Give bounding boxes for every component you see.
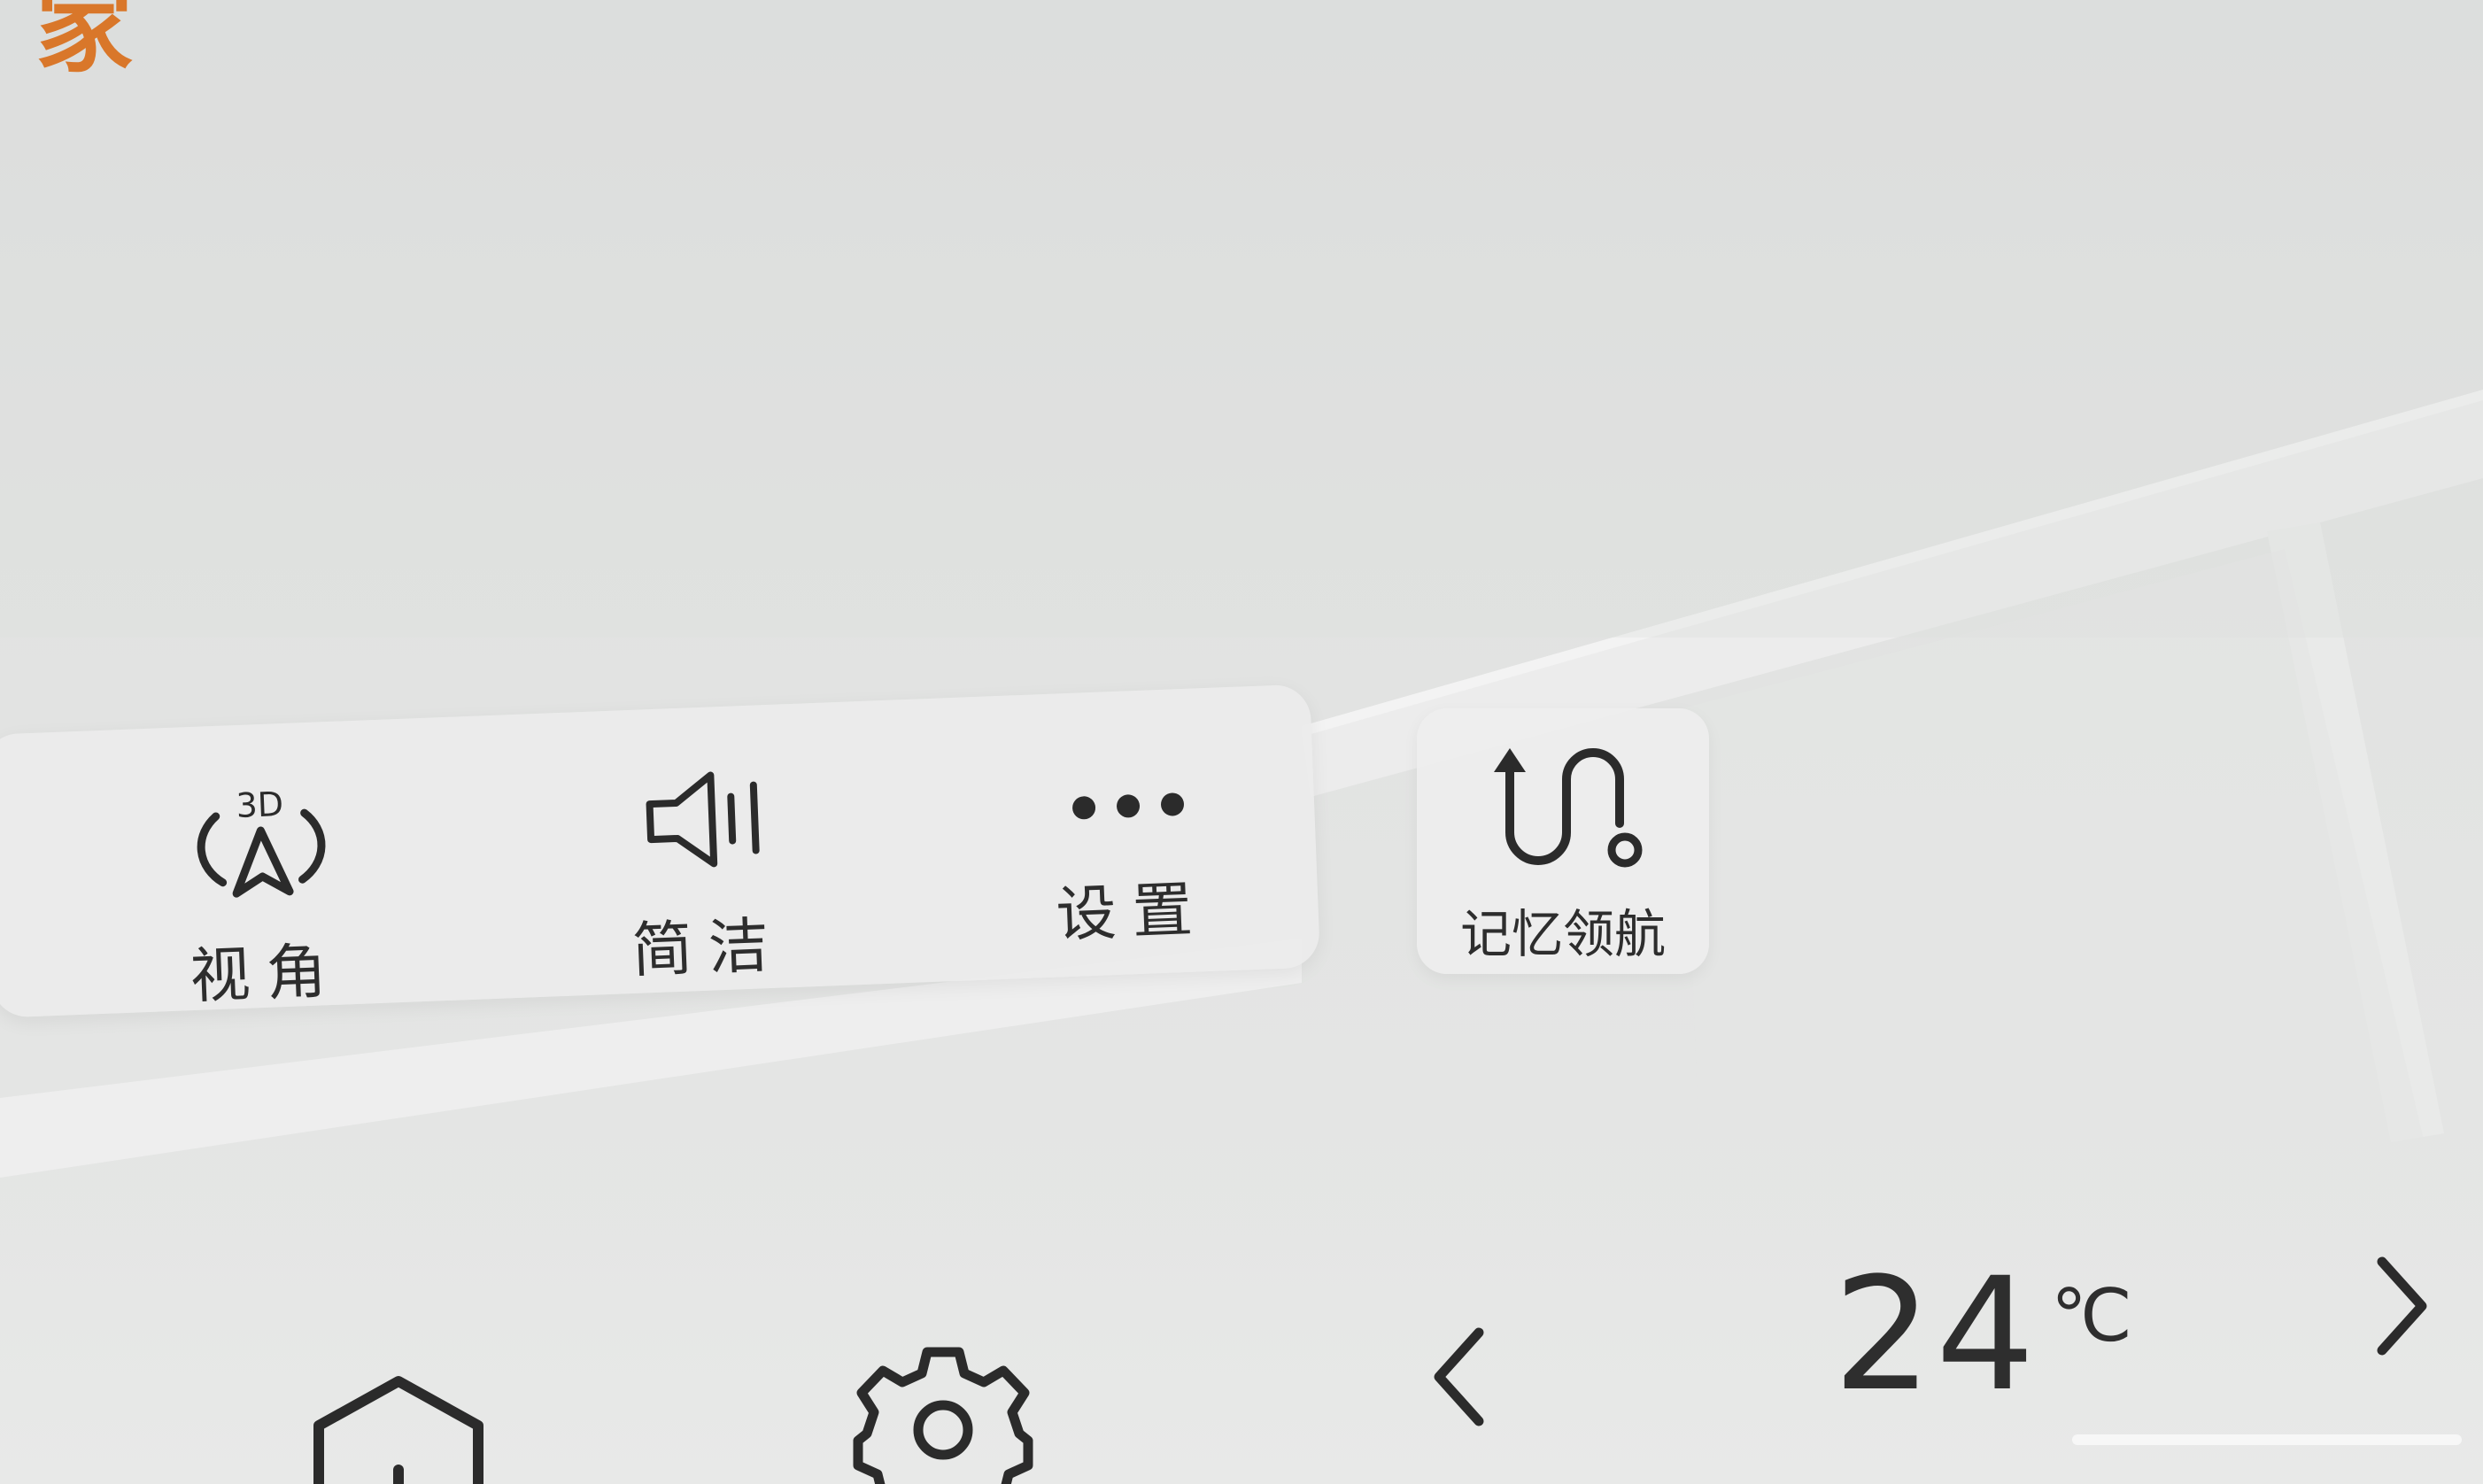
temperature-value: 24 xyxy=(1833,1244,2038,1426)
view-angle-label: 视角 xyxy=(189,936,344,1013)
3d-badge: 3D xyxy=(236,785,284,825)
memory-navigation-label: 记忆领航 xyxy=(1459,904,1666,964)
concise-mode-button[interactable]: 简洁 xyxy=(585,749,824,991)
view-angle-button[interactable]: 3D 视角 xyxy=(143,775,383,1016)
memory-navigation-button[interactable]: 记忆领航 xyxy=(1417,708,1709,974)
settings-menu-label: 设置 xyxy=(1055,875,1211,951)
gear-icon[interactable] xyxy=(850,1337,1036,1484)
memory-route-icon xyxy=(1494,748,1643,868)
3d-view-arrow-icon: 3D xyxy=(197,785,326,898)
temperature-display[interactable]: 24 ℃ xyxy=(1833,1257,2132,1413)
chevron-left-icon[interactable] xyxy=(1426,1319,1497,1434)
quick-panel: 3D 视角 简洁 设置 xyxy=(0,684,1321,1018)
concise-mode-label: 简洁 xyxy=(630,910,786,986)
temperature-unit: ℃ xyxy=(2050,1274,2133,1358)
more-dots-icon xyxy=(1072,792,1185,820)
bottom-highlight-bar xyxy=(2072,1434,2462,1445)
brand-glyph: 家 xyxy=(35,0,133,86)
settings-menu-button[interactable]: 设置 xyxy=(1010,739,1249,955)
home-icon[interactable] xyxy=(301,1372,496,1484)
map-block-top xyxy=(0,0,2483,638)
car-infotainment-screen: 家 3D 视角 简洁 设置 记忆领航 24 ℃ xyxy=(0,0,2483,1484)
chevron-right-icon[interactable] xyxy=(2364,1248,2435,1364)
speaker-icon xyxy=(646,771,760,868)
